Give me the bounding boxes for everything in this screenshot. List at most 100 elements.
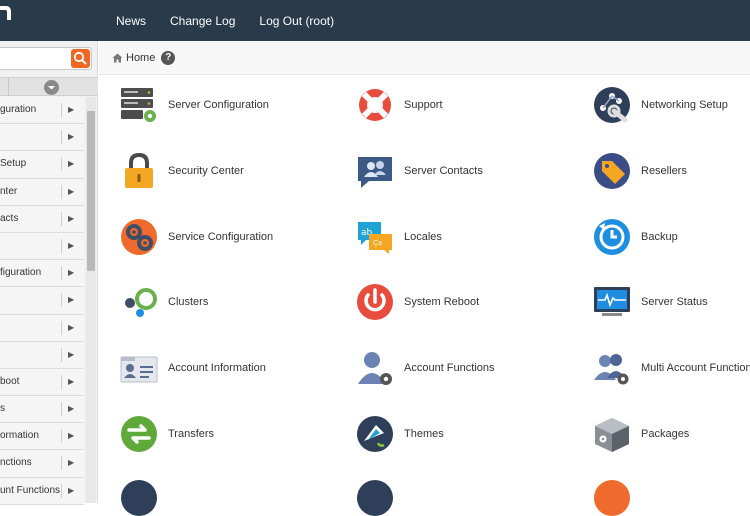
expand-arrow-icon[interactable]: ▶: [68, 295, 74, 304]
grid-item[interactable]: Transfers: [119, 414, 214, 454]
expand-arrow-icon[interactable]: ▶: [68, 486, 74, 495]
top-bar: News Change Log Log Out (root): [0, 0, 750, 41]
grid-item[interactable]: System Reboot: [355, 282, 479, 322]
expand-arrow-icon[interactable]: ▶: [68, 431, 74, 440]
sidebar-item[interactable]: unt Functions ▶: [0, 477, 84, 505]
expand-arrow-icon[interactable]: ▶: [68, 159, 74, 168]
sidebar-item[interactable]: nter ▶: [0, 178, 84, 206]
sidebar-item[interactable]: ▶: [0, 232, 84, 261]
sidebar-item[interactable]: ▶: [0, 124, 84, 152]
divider: [61, 374, 62, 389]
server-config-icon: [121, 88, 156, 122]
expand-arrow-icon[interactable]: ▶: [68, 132, 74, 141]
divider: [8, 78, 9, 96]
power-icon: [357, 284, 393, 321]
expand-arrow-icon[interactable]: ▶: [68, 241, 74, 250]
sidebar-item[interactable]: acts ▶: [0, 205, 84, 233]
backup-icon: [594, 218, 630, 255]
sidebar-item[interactable]: ormation ▶: [0, 423, 84, 451]
grid-item[interactable]: Resellers: [592, 151, 687, 191]
change-log-link[interactable]: Change Log: [170, 14, 235, 28]
grid-item[interactable]: Networking Setup: [592, 85, 728, 125]
sidebar-item-label: nctions: [0, 457, 32, 469]
svg-text:Ça: Ça: [373, 239, 382, 247]
package-icon: [595, 418, 629, 452]
grid-item-label: Server Contacts: [404, 164, 483, 177]
sidebar-item[interactable]: ▶: [0, 341, 84, 369]
grid-item[interactable]: Service Configuration: [119, 217, 273, 257]
grid-item[interactable]: Security Center: [119, 151, 244, 191]
search-input[interactable]: [0, 47, 92, 70]
sidebar-item[interactable]: s ▶: [0, 396, 84, 424]
expand-arrow-icon[interactable]: ▶: [68, 187, 74, 196]
clusters-icon: [125, 288, 157, 318]
divider: [61, 157, 62, 172]
home-icon[interactable]: [112, 53, 123, 63]
sidebar-item[interactable]: guration ▶: [0, 97, 84, 125]
locales-icon: abÇa: [358, 221, 392, 254]
grid-item-label: Service Configuration: [168, 230, 274, 243]
grid-item[interactable]: Server Configuration: [119, 85, 269, 125]
grid-item-label: Networking Setup: [641, 99, 728, 111]
grid-item-label: Security Center: [168, 164, 244, 177]
search-icon: [73, 51, 87, 65]
grid-item-label: Transfers: [168, 428, 215, 440]
grid-item[interactable]: Multi Account Functions: [592, 348, 750, 388]
grid-item-label: System Reboot: [404, 296, 480, 309]
grid-item[interactable]: Support: [355, 85, 443, 125]
news-link[interactable]: News: [116, 14, 146, 28]
padlock-icon: [125, 152, 153, 188]
grid-item-label: Server Configuration: [168, 99, 269, 111]
tag-icon: [594, 152, 630, 189]
home-link[interactable]: Home: [126, 52, 155, 64]
divider: [61, 103, 62, 117]
divider: [61, 429, 62, 444]
sidebar-item[interactable]: ▶: [0, 314, 84, 342]
expand-arrow-icon[interactable]: ▶: [68, 377, 74, 386]
scrollbar-thumb[interactable]: [87, 111, 95, 271]
divider: [61, 266, 62, 281]
grid-item[interactable]: ab Ça Locales: [355, 217, 442, 257]
expand-arrow-icon[interactable]: ▶: [68, 350, 74, 359]
grid-item-label: Resellers: [641, 164, 687, 177]
sidebar-item-label: Setup: [0, 158, 27, 170]
grid-item[interactable]: Clusters: [119, 282, 208, 322]
logo-icon[interactable]: [0, 4, 12, 22]
help-icon[interactable]: ?: [161, 51, 176, 65]
grid-item[interactable]: Account Functions: [355, 348, 495, 388]
grid-item[interactable]: Backup: [592, 217, 678, 257]
sidebar-item[interactable]: figuration ▶: [0, 260, 84, 288]
sidebar-item[interactable]: nctions ▶: [0, 450, 84, 478]
grid-item-label: Clusters: [168, 296, 209, 309]
search-button[interactable]: [71, 49, 90, 68]
id-card-icon: [120, 356, 158, 383]
sidebar-item[interactable]: Setup ▶: [0, 151, 84, 179]
expand-arrow-icon[interactable]: ▶: [68, 404, 74, 413]
logout-link[interactable]: Log Out (root): [259, 14, 334, 28]
grid-item[interactable]: Packages: [592, 414, 689, 454]
grid-item-label: Locales: [404, 230, 442, 243]
sidebar-collapse-bar: [0, 77, 98, 96]
expand-arrow-icon[interactable]: ▶: [68, 105, 74, 114]
expand-arrow-icon[interactable]: ▶: [68, 268, 74, 277]
collapse-toggle[interactable]: [44, 80, 59, 95]
feature-grid: Server Configuration Support Networking Se…: [99, 76, 750, 516]
divider: [61, 347, 62, 362]
sidebar-scrollbar[interactable]: [86, 97, 96, 503]
sidebar-item-label: boot: [0, 375, 20, 387]
sidebar-item-label: ormation: [0, 430, 39, 442]
expand-arrow-icon[interactable]: ▶: [68, 458, 74, 467]
partial-icon: [594, 479, 630, 516]
sidebar-item[interactable]: ▶: [0, 287, 84, 315]
grid-item-label: Backup: [641, 230, 678, 243]
gears-icon: [121, 218, 157, 255]
lifebuoy-icon: [359, 89, 391, 121]
sidebar-item[interactable]: boot ▶: [0, 368, 84, 397]
grid-item[interactable]: Account Information: [119, 348, 266, 388]
sidebar-item-label: unt Functions: [0, 484, 61, 496]
grid-item[interactable]: Themes: [355, 414, 444, 454]
expand-arrow-icon[interactable]: ▶: [68, 214, 74, 223]
grid-item[interactable]: Server Status: [592, 282, 708, 322]
grid-item[interactable]: Server Contacts: [355, 151, 483, 191]
expand-arrow-icon[interactable]: ▶: [68, 323, 74, 332]
